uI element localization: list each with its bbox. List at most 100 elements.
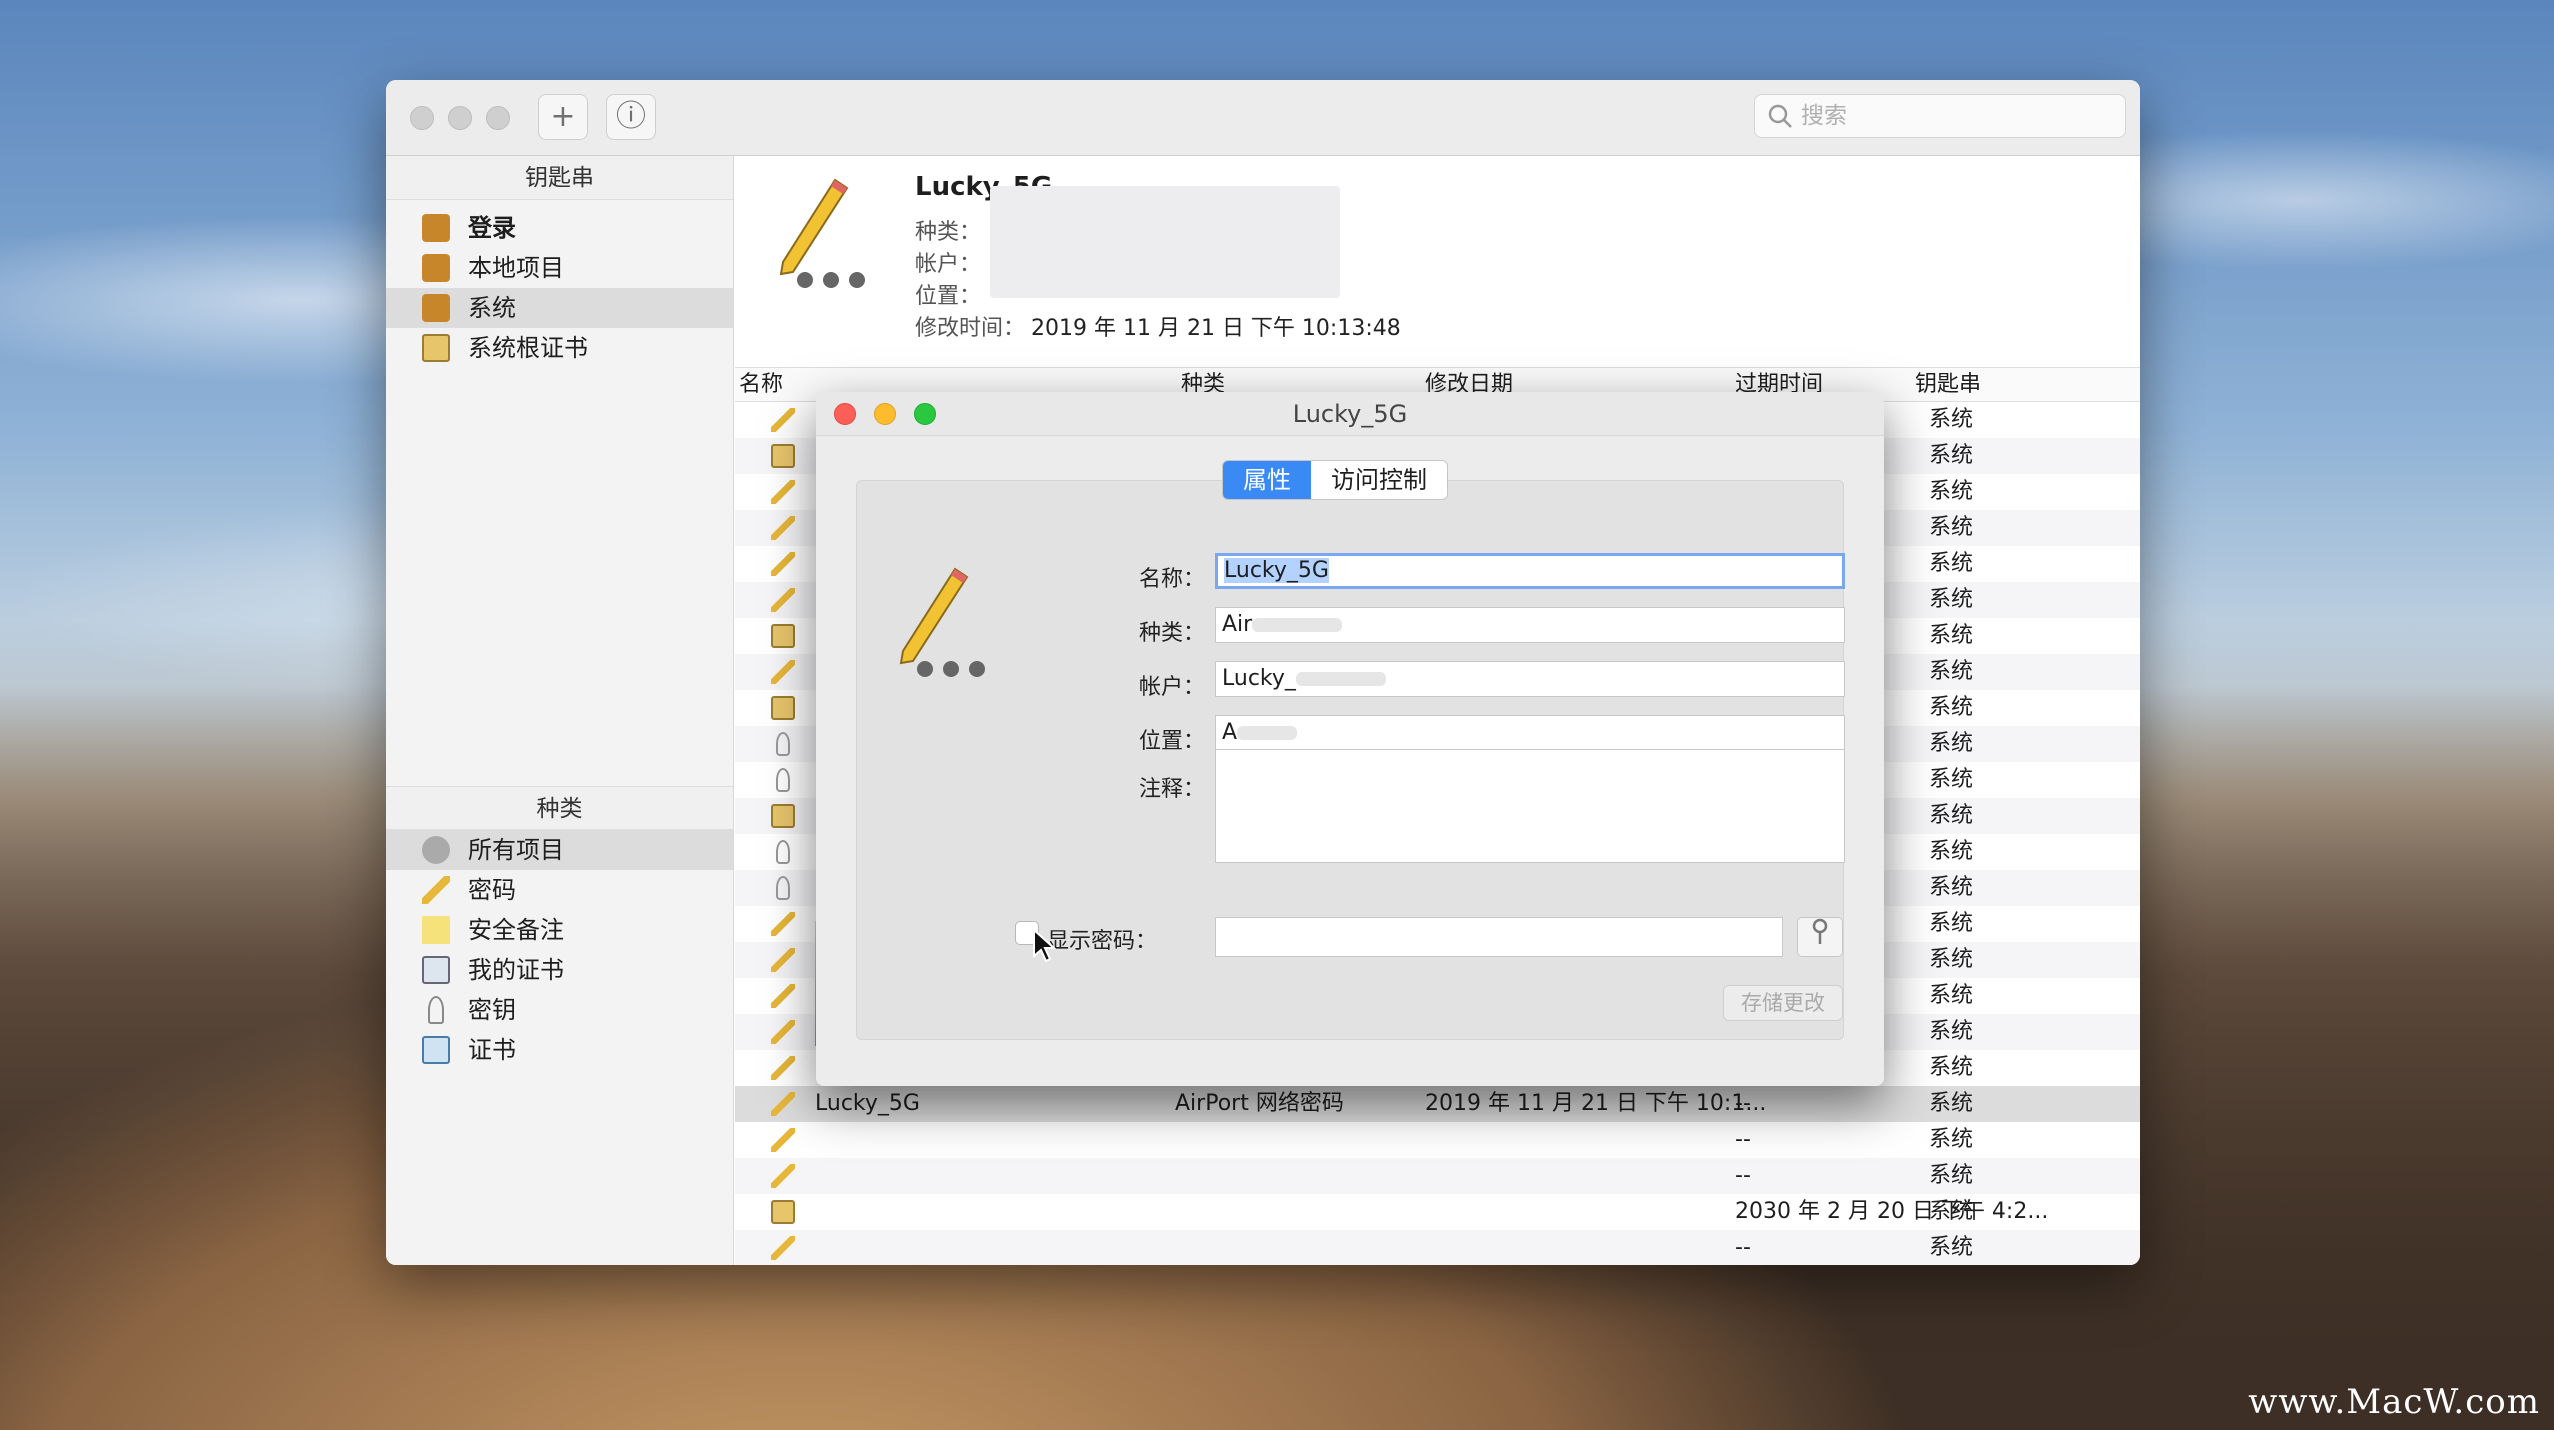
kind-cell: AirPort 网络密码: [1175, 1091, 1344, 1116]
pencil-icon: [771, 552, 795, 576]
key-icon: [1812, 918, 1828, 944]
sidebar-item-all[interactable]: 所有项目: [386, 830, 733, 870]
certificate-icon: [422, 1036, 450, 1064]
password-pencil-icon: [899, 567, 985, 677]
sidebar-item-label: 我的证书: [468, 956, 564, 984]
pencil-icon: [771, 1164, 795, 1188]
modified-value: 2019 年 11 月 21 日 下午 10:13:48: [1031, 316, 1401, 341]
add-button[interactable]: +: [538, 94, 588, 140]
keychain-cell: 系统: [1929, 443, 1974, 468]
keychain-cell: 系统: [1929, 1199, 1974, 1224]
pencil-icon: [771, 948, 795, 972]
show-password-label: 显示密码：: [1047, 929, 1158, 954]
password-pencil-icon: [779, 178, 865, 288]
certificate-icon: [771, 804, 795, 828]
expires-cell: --: [1735, 1091, 1751, 1116]
sidebar-item-system-roots[interactable]: 系统根证书: [386, 328, 733, 368]
pencil-icon: [771, 588, 795, 612]
account-field[interactable]: Lucky_: [1215, 661, 1845, 697]
redacted-text: [1252, 618, 1343, 632]
sidebar-item-passwords[interactable]: 密码: [386, 870, 733, 910]
sidebar-item-login[interactable]: 登录: [386, 208, 733, 248]
redacted-text: [1237, 726, 1298, 740]
pencil-icon: [771, 1020, 795, 1044]
sidebar: 钥匙串 登录 本地项目 系统 系统根证书 种类 所有项目 密码 安全备注 我的证…: [386, 156, 734, 1265]
sidebar-item-secure-notes[interactable]: 安全备注: [386, 910, 733, 950]
dialog-minimize-button[interactable]: [874, 403, 896, 425]
item-info: Lucky_5G 种类： 帐户： 位置： 修改时间： 2019 年 11 月 2…: [735, 156, 2140, 368]
name-field[interactable]: Lucky_5G: [1215, 553, 1845, 589]
sidebar-item-certificates[interactable]: 证书: [386, 1030, 733, 1070]
kind-label: 种类：: [915, 220, 982, 245]
certificate-icon: [771, 1200, 795, 1224]
lock-icon: [422, 294, 450, 322]
table-row[interactable]: -- 系统: [735, 1230, 2140, 1265]
keychain-cell: 系统: [1929, 1163, 1974, 1188]
col-keychain[interactable]: 钥匙串: [1915, 368, 1981, 402]
certificate-icon: [771, 696, 795, 720]
keychain-cell: 系统: [1929, 911, 1974, 936]
expires-cell: --: [1735, 1163, 1751, 1188]
tab-attributes[interactable]: 属性: [1223, 461, 1311, 499]
table-row[interactable]: Lucky_5G AirPort 网络密码 2019 年 11 月 21 日 下午 …: [735, 1086, 2140, 1122]
keychain-cell: 系统: [1929, 587, 1974, 612]
keychain-cell: 系统: [1929, 407, 1974, 432]
table-row[interactable]: -- 系统: [735, 1122, 2140, 1158]
notes-field[interactable]: [1215, 749, 1845, 863]
keychain-cell: 系统: [1929, 695, 1974, 720]
dialog-close-button[interactable]: [834, 403, 856, 425]
keychain-cell: 系统: [1929, 479, 1974, 504]
sidebar-item-label: 系统: [468, 294, 516, 322]
save-changes-button[interactable]: 存储更改: [1723, 985, 1843, 1021]
sidebar-item-local[interactable]: 本地项目: [386, 248, 733, 288]
name-cell: Lucky_5G: [815, 1091, 920, 1116]
notes-label: 注释：: [1138, 777, 1205, 802]
keychain-cell: 系统: [1929, 623, 1974, 648]
keychain-cell: 系统: [1929, 731, 1974, 756]
sidebar-item-label: 登录: [468, 214, 516, 242]
where-field[interactable]: A: [1215, 715, 1845, 751]
minimize-button[interactable]: [448, 106, 472, 130]
lock-icon: [422, 254, 450, 282]
where-label: 位置：: [1138, 729, 1205, 754]
table-row[interactable]: -- 系统: [735, 1158, 2140, 1194]
attributes-panel: 名称： Lucky_5G 种类： Air 帐户： Lucky_ 位置： A 注释…: [856, 480, 1845, 1040]
password-field[interactable]: [1215, 917, 1783, 957]
sidebar-item-my-certs[interactable]: 我的证书: [386, 950, 733, 990]
pencil-icon: [771, 912, 795, 936]
key-icon: [776, 768, 790, 792]
lock-icon: [422, 214, 450, 242]
key-button[interactable]: [1797, 917, 1843, 957]
pencil-icon: [771, 660, 795, 684]
certificate-icon: [771, 624, 795, 648]
sidebar-item-system[interactable]: 系统: [386, 288, 733, 328]
tab-bar: 属性 访问控制: [1222, 460, 1448, 500]
search-field[interactable]: 搜索: [1754, 94, 2126, 138]
keychain-cell: 系统: [1929, 1055, 1974, 1080]
info-button[interactable]: ⓘ: [606, 94, 656, 140]
col-name[interactable]: 名称: [739, 368, 783, 402]
keychains-header: 钥匙串: [386, 156, 733, 200]
sidebar-item-label: 证书: [468, 1036, 516, 1064]
sidebar-item-keys[interactable]: 密钥: [386, 990, 733, 1030]
pencil-icon: [771, 1236, 795, 1260]
dialog-titlebar: Lucky_5G: [816, 392, 1884, 436]
watermark: www.MacW.com: [2248, 1382, 2540, 1422]
close-button[interactable]: [410, 106, 434, 130]
name-value: Lucky_5G: [1224, 558, 1329, 583]
all-items-icon: [422, 836, 450, 864]
zoom-button[interactable]: [486, 106, 510, 130]
keychain-cell: 系统: [1929, 1091, 1974, 1116]
keychain-cell: 系统: [1929, 983, 1974, 1008]
keychain-cell: 系统: [1929, 875, 1974, 900]
keychain-cell: 系统: [1929, 659, 1974, 684]
sidebar-item-label: 所有项目: [468, 836, 564, 864]
kind-field[interactable]: Air: [1215, 607, 1845, 643]
dialog-zoom-button[interactable]: [914, 403, 936, 425]
key-icon: [776, 732, 790, 756]
tab-access-control[interactable]: 访问控制: [1311, 461, 1447, 499]
modified-label: 修改时间：: [915, 316, 1026, 341]
table-row[interactable]: 2030 年 2 月 20 日 下午 4:2... 系统: [735, 1194, 2140, 1230]
dialog-title: Lucky_5G: [1292, 400, 1408, 428]
account-label: 帐户：: [1138, 675, 1205, 700]
